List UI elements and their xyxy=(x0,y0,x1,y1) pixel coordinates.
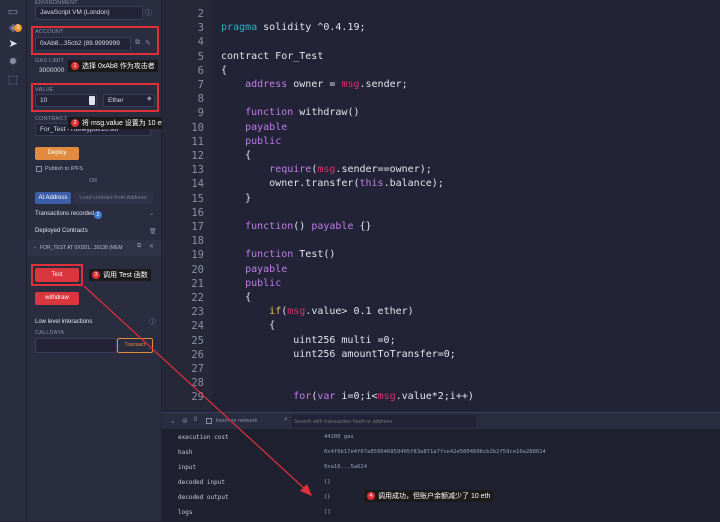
annotation-arrow xyxy=(83,285,312,496)
